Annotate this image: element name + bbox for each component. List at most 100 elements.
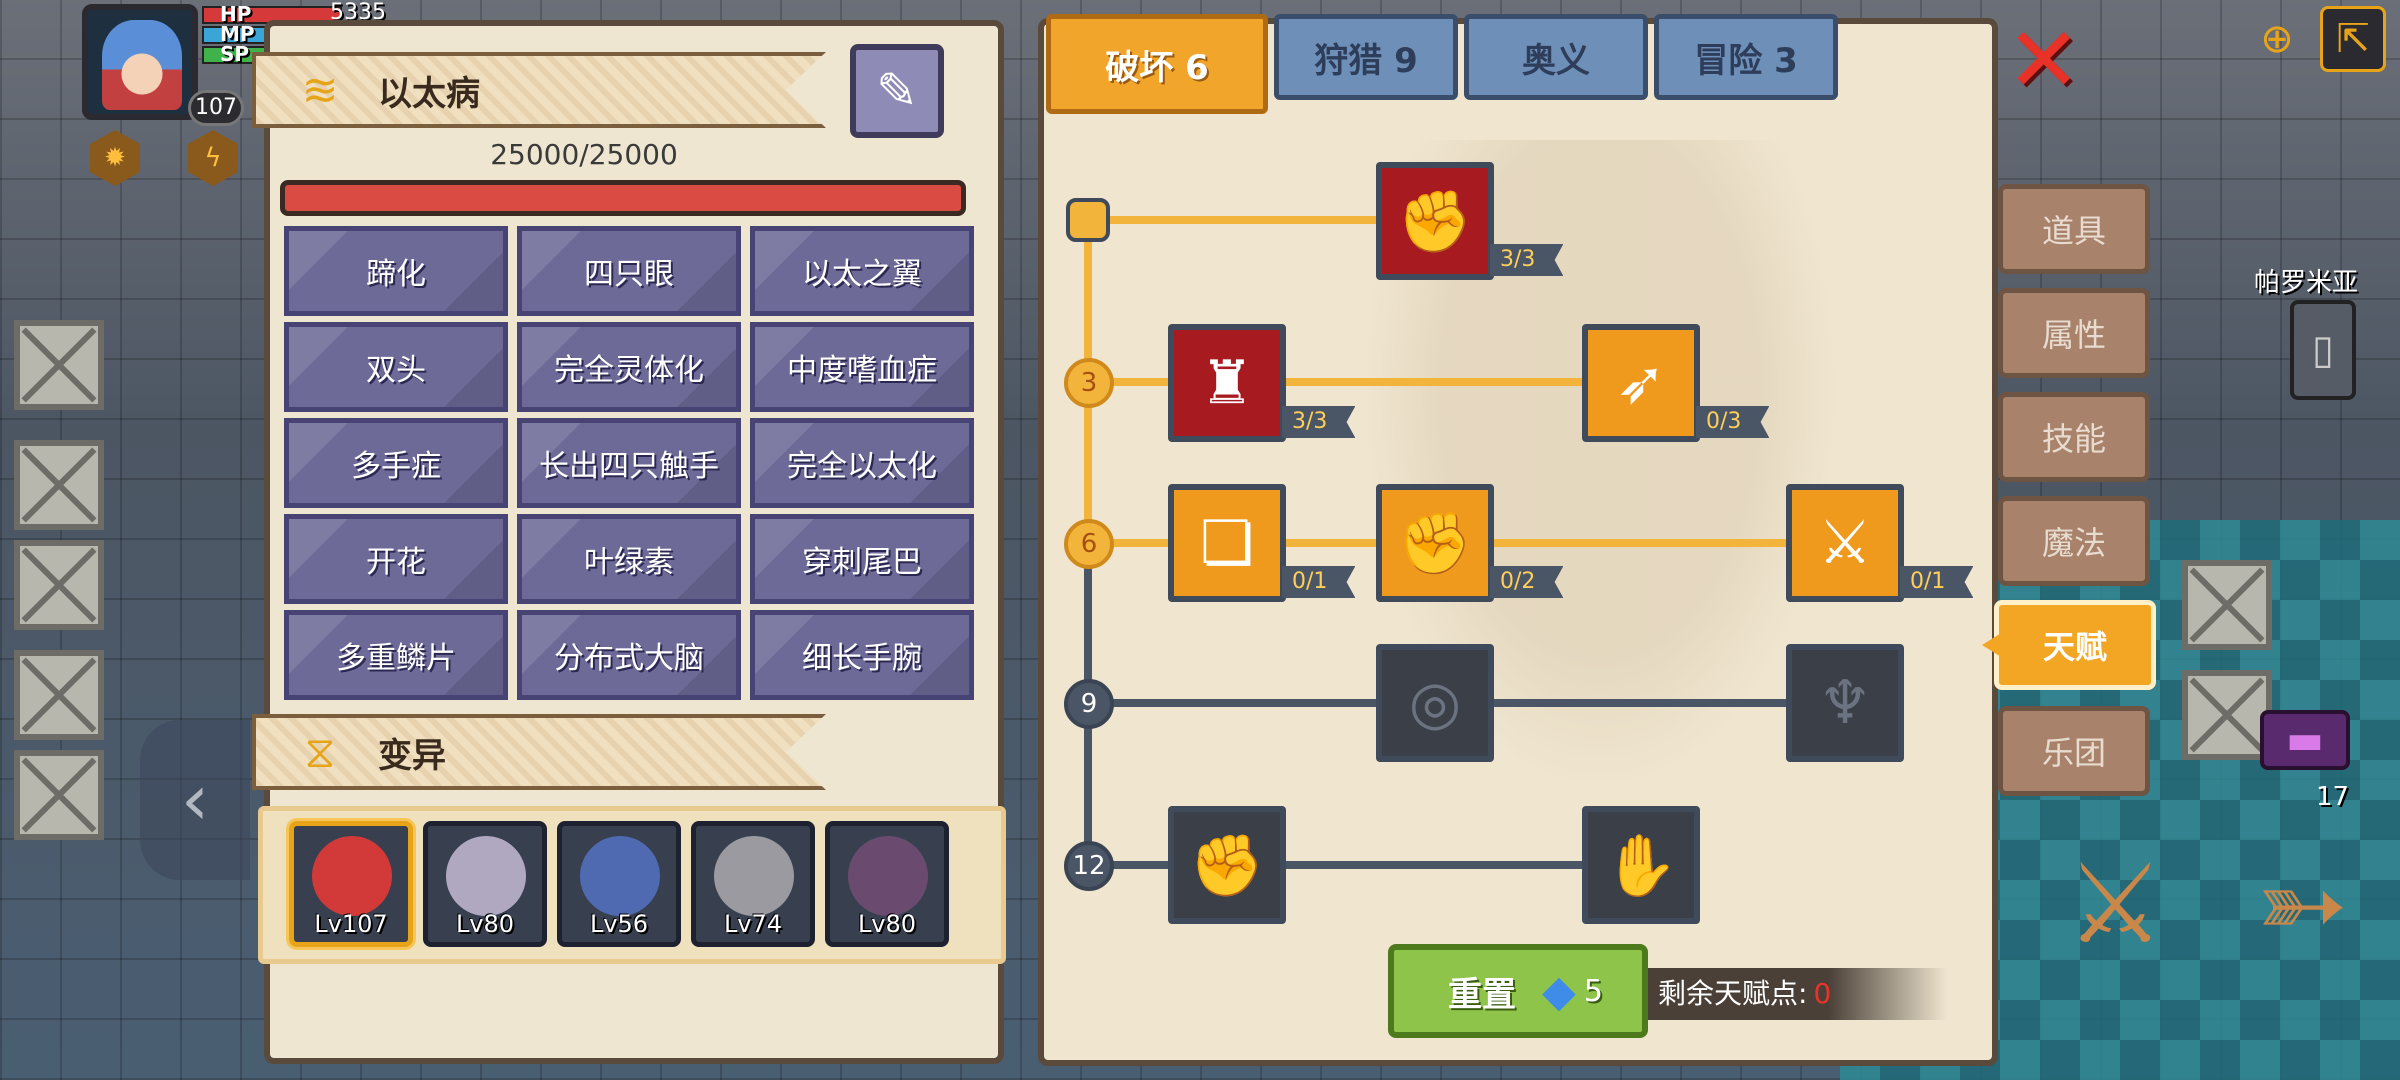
- pet-portrait: [446, 836, 526, 916]
- disease-symptom-cell[interactable]: 四只眼: [517, 226, 741, 316]
- arrow-strike-icon[interactable]: ➶: [1582, 324, 1700, 442]
- wind-swirl-icon: ≋: [301, 64, 339, 116]
- crate: [14, 320, 104, 410]
- crate: [14, 540, 104, 630]
- sword-icon[interactable]: ⚔: [2066, 840, 2165, 968]
- disease-symptom-cell[interactable]: 细长手腕: [750, 610, 974, 700]
- dna-icon: ⧖: [304, 726, 336, 778]
- crate: [14, 750, 104, 840]
- mutation-title: 变异: [378, 735, 446, 776]
- syringe-icon: ✎: [876, 62, 918, 120]
- disease-symptom-cell[interactable]: 叶绿素: [517, 514, 741, 604]
- pet-slot[interactable]: Lv107: [289, 821, 413, 947]
- side-menu-items[interactable]: 道具: [1998, 184, 2150, 274]
- talent-count: 0/3: [1696, 406, 1770, 438]
- pet-portrait: [714, 836, 794, 916]
- disease-symptom-cell[interactable]: 穿刺尾巴: [750, 514, 974, 604]
- muscle-body-icon[interactable]: ♜: [1168, 324, 1286, 442]
- bat-wing-icon[interactable]: ♆: [1786, 644, 1904, 762]
- close-icon[interactable]: ✕: [2006, 16, 2081, 106]
- tier-badge-12: 12: [1064, 841, 1114, 891]
- player-avatar[interactable]: [82, 4, 198, 120]
- tab-adventure[interactable]: 冒险 3: [1654, 14, 1838, 100]
- potion-count: 17: [2316, 782, 2350, 812]
- pet-portrait: [848, 836, 928, 916]
- disease-hp-text: 25000/25000: [490, 138, 678, 171]
- pet-level: Lv74: [723, 910, 783, 938]
- phone-icon[interactable]: ▯: [2290, 300, 2356, 400]
- pet-portrait: [312, 836, 392, 916]
- side-menu-skills[interactable]: 技能: [1998, 392, 2150, 482]
- gem-icon: ◆: [1542, 965, 1576, 1017]
- mutation-pet-list: Lv107 Lv80 Lv56 Lv74 Lv80: [258, 806, 1006, 964]
- mutation-title-ribbon: ⧖ 变异: [252, 714, 826, 790]
- talent-count: 0/1: [1282, 566, 1356, 598]
- crate: [2182, 560, 2272, 650]
- reset-label: 重置: [1448, 974, 1516, 1015]
- exit-icon[interactable]: ⇱: [2320, 6, 2386, 72]
- sp-label: SP: [220, 42, 250, 66]
- remaining-talent-points: 剩余天赋点: 0: [1648, 968, 1948, 1020]
- pet-level: Lv107: [314, 910, 388, 938]
- punch-icon[interactable]: ✊: [1376, 484, 1494, 602]
- disease-symptom-cell[interactable]: 多手症: [284, 418, 508, 508]
- pet-slot[interactable]: Lv56: [557, 821, 681, 947]
- player-level-badge: 107: [188, 90, 244, 126]
- pet-slot[interactable]: Lv74: [691, 821, 815, 947]
- talent-count: 0/1: [1900, 566, 1974, 598]
- side-menu-magic[interactable]: 魔法: [1998, 496, 2150, 586]
- disease-symptom-cell[interactable]: 蹄化: [284, 226, 508, 316]
- tab-destruction[interactable]: 破坏 6: [1046, 14, 1268, 114]
- arm-wrestle-icon[interactable]: ✊: [1376, 162, 1494, 280]
- disease-symptom-cell[interactable]: 完全以太化: [750, 418, 974, 508]
- pet-slot[interactable]: Lv80: [825, 821, 949, 947]
- syringe-button[interactable]: ✎: [850, 44, 944, 138]
- avatar-portrait: [102, 20, 182, 110]
- tab-mystery[interactable]: 奥义: [1464, 14, 1648, 100]
- shockwave-icon[interactable]: ◎: [1376, 644, 1494, 762]
- pet-portrait: [580, 836, 660, 916]
- disease-title: 以太病: [378, 73, 480, 114]
- pet-level: Lv80: [455, 910, 515, 938]
- npc-name-label: 帕罗米亚: [2254, 268, 2359, 298]
- disease-symptom-cell[interactable]: 双头: [284, 322, 508, 412]
- pet-level: Lv80: [857, 910, 917, 938]
- bow-icon[interactable]: ➳: [2256, 840, 2348, 968]
- disease-symptom-cell[interactable]: 完全灵体化: [517, 322, 741, 412]
- potion-icon[interactable]: ▬: [2260, 710, 2350, 770]
- side-menu-attributes[interactable]: 属性: [1998, 288, 2150, 378]
- tier-badge-6: 6: [1064, 519, 1114, 569]
- talent-count: 3/3: [1282, 406, 1356, 438]
- talent-count: 0/2: [1490, 566, 1564, 598]
- pet-level: Lv56: [589, 910, 649, 938]
- disease-symptom-cell[interactable]: 中度嗜血症: [750, 322, 974, 412]
- disease-symptom-grid: 蹄化 四只眼 以太之翼双头 完全灵体化 中度嗜血症多手症 长出四只触手 完全以太化开花 叶绿素…: [284, 226, 974, 700]
- gauntlet-icon[interactable]: ✋: [1582, 806, 1700, 924]
- crate: [14, 650, 104, 740]
- tier-badge-3: 3: [1064, 358, 1114, 408]
- disease-symptom-cell[interactable]: 开花: [284, 514, 508, 604]
- crate: [2182, 670, 2272, 760]
- disease-symptom-cell[interactable]: 以太之翼: [750, 226, 974, 316]
- dpad-left-button[interactable]: ‹: [140, 720, 250, 880]
- disease-symptom-cell[interactable]: 分布式大脑: [517, 610, 741, 700]
- disease-hp-bar: [280, 180, 966, 216]
- gem-cost: 5: [1583, 973, 1603, 1009]
- disease-symptom-cell[interactable]: 多重鳞片: [284, 610, 508, 700]
- tab-hunting[interactable]: 狩猎 9: [1274, 14, 1458, 100]
- side-menu-talent[interactable]: 天赋: [1994, 600, 2156, 690]
- talent-count: 3/3: [1490, 244, 1564, 276]
- pet-slot[interactable]: Lv80: [423, 821, 547, 947]
- card-slash-icon[interactable]: ❏: [1168, 484, 1286, 602]
- globe-icon[interactable]: ⊕: [2244, 6, 2310, 72]
- talent-tabs: 破坏 6 狩猎 9 奥义 冒险 3: [1046, 14, 1838, 114]
- disease-symptom-cell[interactable]: 长出四只触手: [517, 418, 741, 508]
- remaining-label: 剩余天赋点:: [1658, 977, 1808, 1010]
- tier-badge-9: 9: [1064, 679, 1114, 729]
- splash-sword-icon[interactable]: ⚔: [1786, 484, 1904, 602]
- crate: [14, 440, 104, 530]
- reset-button[interactable]: 重置 ◆ 5: [1388, 944, 1648, 1038]
- side-menu-band[interactable]: 乐团: [1998, 706, 2150, 796]
- remaining-value: 0: [1813, 977, 1832, 1010]
- fist-icon[interactable]: ✊: [1168, 806, 1286, 924]
